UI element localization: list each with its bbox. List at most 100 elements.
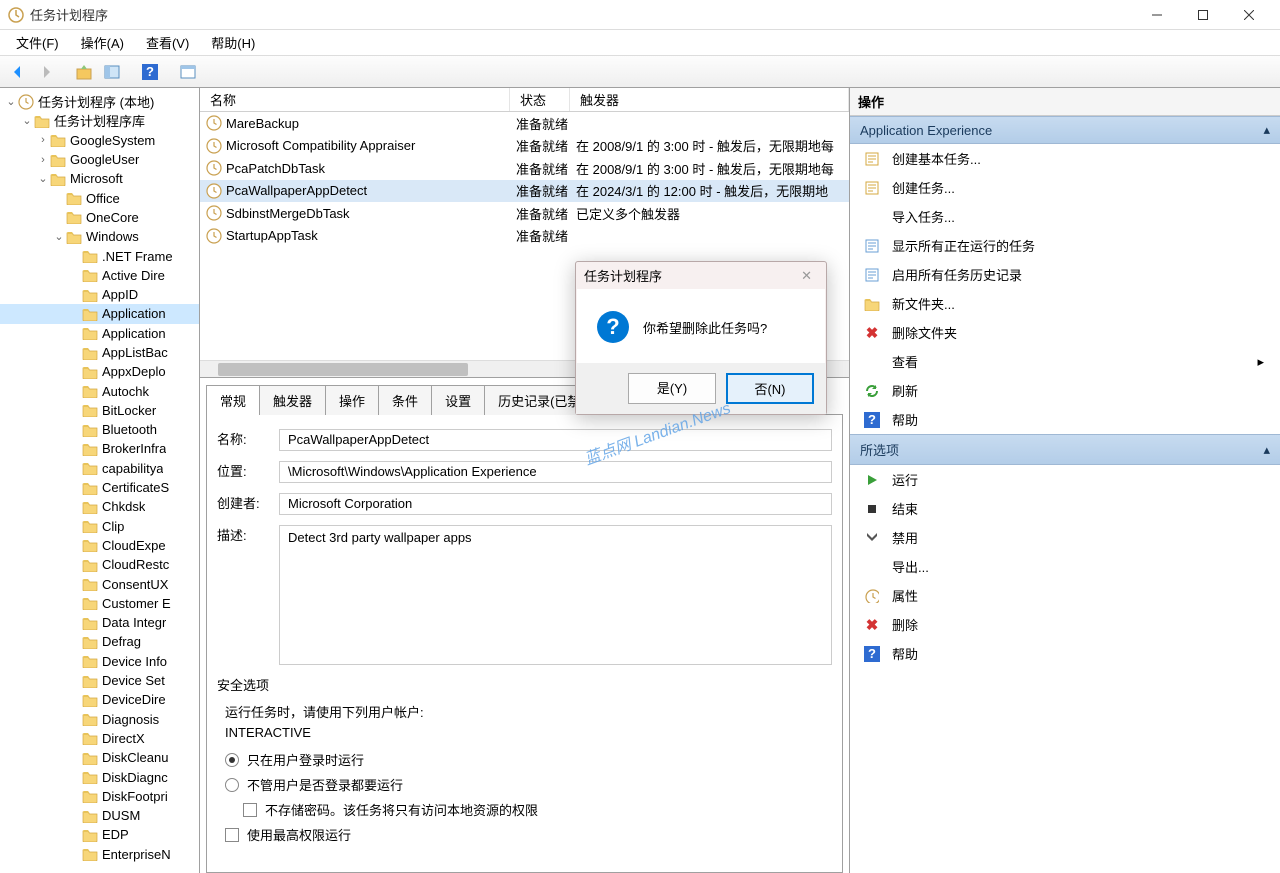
- action-item[interactable]: 显示所有正在运行的任务: [850, 231, 1280, 260]
- tree-node[interactable]: ›GoogleSystem: [0, 131, 199, 150]
- action-item[interactable]: 导入任务...: [850, 202, 1280, 231]
- tree-node[interactable]: DeviceDire: [0, 690, 199, 709]
- tab-conditions[interactable]: 条件: [378, 385, 432, 415]
- expander-icon[interactable]: ›: [36, 134, 50, 146]
- tab-settings[interactable]: 设置: [431, 385, 485, 415]
- action-item[interactable]: ?帮助: [850, 405, 1280, 434]
- tree-node[interactable]: DUSM: [0, 806, 199, 825]
- expander-icon[interactable]: ⌄: [36, 172, 50, 185]
- forward-button[interactable]: [34, 60, 58, 84]
- tree-node[interactable]: OneCore: [0, 208, 199, 227]
- tree-node[interactable]: EDP: [0, 825, 199, 844]
- action-item[interactable]: 启用所有任务历史记录: [850, 260, 1280, 289]
- yes-button[interactable]: 是(Y): [628, 373, 716, 404]
- tree-node[interactable]: ⌄Windows: [0, 227, 199, 246]
- col-status[interactable]: 状态: [510, 88, 570, 111]
- action-item[interactable]: 属性: [850, 581, 1280, 610]
- tree-node[interactable]: ⌄任务计划程序库: [0, 111, 199, 130]
- tree-node[interactable]: capabilitya: [0, 459, 199, 478]
- action-group-app[interactable]: Application Experience ▴: [850, 116, 1280, 144]
- tree-node[interactable]: Device Set: [0, 671, 199, 690]
- tree-node[interactable]: AppxDeplo: [0, 362, 199, 381]
- tree-node[interactable]: Autochk: [0, 381, 199, 400]
- up-button[interactable]: [72, 60, 96, 84]
- action-item[interactable]: 结束: [850, 494, 1280, 523]
- tab-triggers[interactable]: 触发器: [259, 385, 326, 415]
- tree-node[interactable]: Bluetooth: [0, 420, 199, 439]
- tree-node[interactable]: ›GoogleUser: [0, 150, 199, 169]
- window-button[interactable]: [176, 60, 200, 84]
- task-row[interactable]: PcaPatchDbTask准备就绪在 2008/9/1 的 3:00 时 - …: [200, 157, 849, 180]
- col-trigger[interactable]: 触发器: [570, 88, 849, 111]
- tree-node[interactable]: Data Integr: [0, 613, 199, 632]
- action-item[interactable]: 禁用: [850, 523, 1280, 552]
- no-button[interactable]: 否(N): [726, 373, 814, 404]
- tree-node[interactable]: CertificateS: [0, 478, 199, 497]
- action-item[interactable]: ✖删除: [850, 610, 1280, 639]
- task-row[interactable]: SdbinstMergeDbTask准备就绪已定义多个触发器: [200, 202, 849, 225]
- action-item[interactable]: 新文件夹...: [850, 289, 1280, 318]
- expander-icon[interactable]: ⌄: [52, 230, 66, 243]
- action-item[interactable]: 运行: [850, 465, 1280, 494]
- panes-button[interactable]: [100, 60, 124, 84]
- task-row[interactable]: MareBackup准备就绪: [200, 112, 849, 135]
- tree-node[interactable]: ⌄任务计划程序 (本地): [0, 92, 199, 111]
- tree-node[interactable]: DiskDiagnc: [0, 767, 199, 786]
- tab-general[interactable]: 常规: [206, 385, 260, 415]
- tree-node[interactable]: AppID: [0, 285, 199, 304]
- tree-node[interactable]: CloudExpe: [0, 536, 199, 555]
- tree-node[interactable]: ⌄Microsoft: [0, 169, 199, 188]
- col-name[interactable]: 名称: [200, 88, 510, 111]
- tree-node[interactable]: DirectX: [0, 729, 199, 748]
- action-item[interactable]: 创建基本任务...: [850, 144, 1280, 173]
- action-item[interactable]: ✖删除文件夹: [850, 318, 1280, 347]
- action-item[interactable]: 刷新: [850, 376, 1280, 405]
- tree-node[interactable]: Diagnosis: [0, 710, 199, 729]
- tree-node[interactable]: Customer E: [0, 594, 199, 613]
- action-item[interactable]: ?帮助: [850, 639, 1280, 668]
- tab-actions[interactable]: 操作: [325, 385, 379, 415]
- menu-help[interactable]: 帮助(H): [201, 30, 265, 55]
- menu-file[interactable]: 文件(F): [6, 30, 69, 55]
- tree-node[interactable]: Device Info: [0, 652, 199, 671]
- tree-node[interactable]: Application: [0, 324, 199, 343]
- minimize-button[interactable]: [1134, 0, 1180, 30]
- help-button[interactable]: ?: [138, 60, 162, 84]
- action-group-selected[interactable]: 所选项 ▴: [850, 434, 1280, 465]
- tree-node[interactable]: DiskCleanu: [0, 748, 199, 767]
- dialog-close-button[interactable]: ✕: [795, 268, 818, 284]
- check-highest-priv[interactable]: 使用最高权限运行: [225, 825, 832, 844]
- tree-node[interactable]: Active Dire: [0, 266, 199, 285]
- tree-node[interactable]: ConsentUX: [0, 574, 199, 593]
- maximize-button[interactable]: [1180, 0, 1226, 30]
- tree-node[interactable]: DiskFootpri: [0, 787, 199, 806]
- menu-view[interactable]: 查看(V): [136, 30, 199, 55]
- tree-node[interactable]: Defrag: [0, 632, 199, 651]
- tree-node[interactable]: Application: [0, 304, 199, 323]
- expander-icon[interactable]: ⌄: [20, 114, 34, 127]
- radio-always-run[interactable]: 不管用户是否登录都要运行: [225, 775, 832, 794]
- tree-node[interactable]: BitLocker: [0, 401, 199, 420]
- expander-icon[interactable]: ⌄: [4, 95, 18, 108]
- tree-node[interactable]: AppListBac: [0, 343, 199, 362]
- action-item[interactable]: 导出...: [850, 552, 1280, 581]
- expander-icon[interactable]: ›: [36, 154, 50, 166]
- tree-pane[interactable]: ⌄任务计划程序 (本地)⌄任务计划程序库›GoogleSystem›Google…: [0, 88, 200, 873]
- tree-node[interactable]: BrokerInfra: [0, 439, 199, 458]
- tree-node[interactable]: .NET Frame: [0, 246, 199, 265]
- menu-action[interactable]: 操作(A): [71, 30, 134, 55]
- close-button[interactable]: [1226, 0, 1272, 30]
- tree-node[interactable]: Clip: [0, 517, 199, 536]
- action-item[interactable]: 查看▸: [850, 347, 1280, 376]
- radio-logged-on[interactable]: 只在用户登录时运行: [225, 750, 832, 769]
- task-row[interactable]: PcaWallpaperAppDetect准备就绪在 2024/3/1 的 12…: [200, 180, 849, 203]
- back-button[interactable]: [6, 60, 30, 84]
- tree-node[interactable]: EnterpriseN: [0, 845, 199, 864]
- task-row[interactable]: Microsoft Compatibility Appraiser准备就绪在 2…: [200, 135, 849, 158]
- tree-node[interactable]: Chkdsk: [0, 497, 199, 516]
- task-row[interactable]: StartupAppTask准备就绪: [200, 225, 849, 248]
- check-no-password[interactable]: 不存储密码。该任务将只有访问本地资源的权限: [243, 800, 832, 819]
- tree-node[interactable]: Office: [0, 188, 199, 207]
- action-item[interactable]: 创建任务...: [850, 173, 1280, 202]
- tree-node[interactable]: CloudRestc: [0, 555, 199, 574]
